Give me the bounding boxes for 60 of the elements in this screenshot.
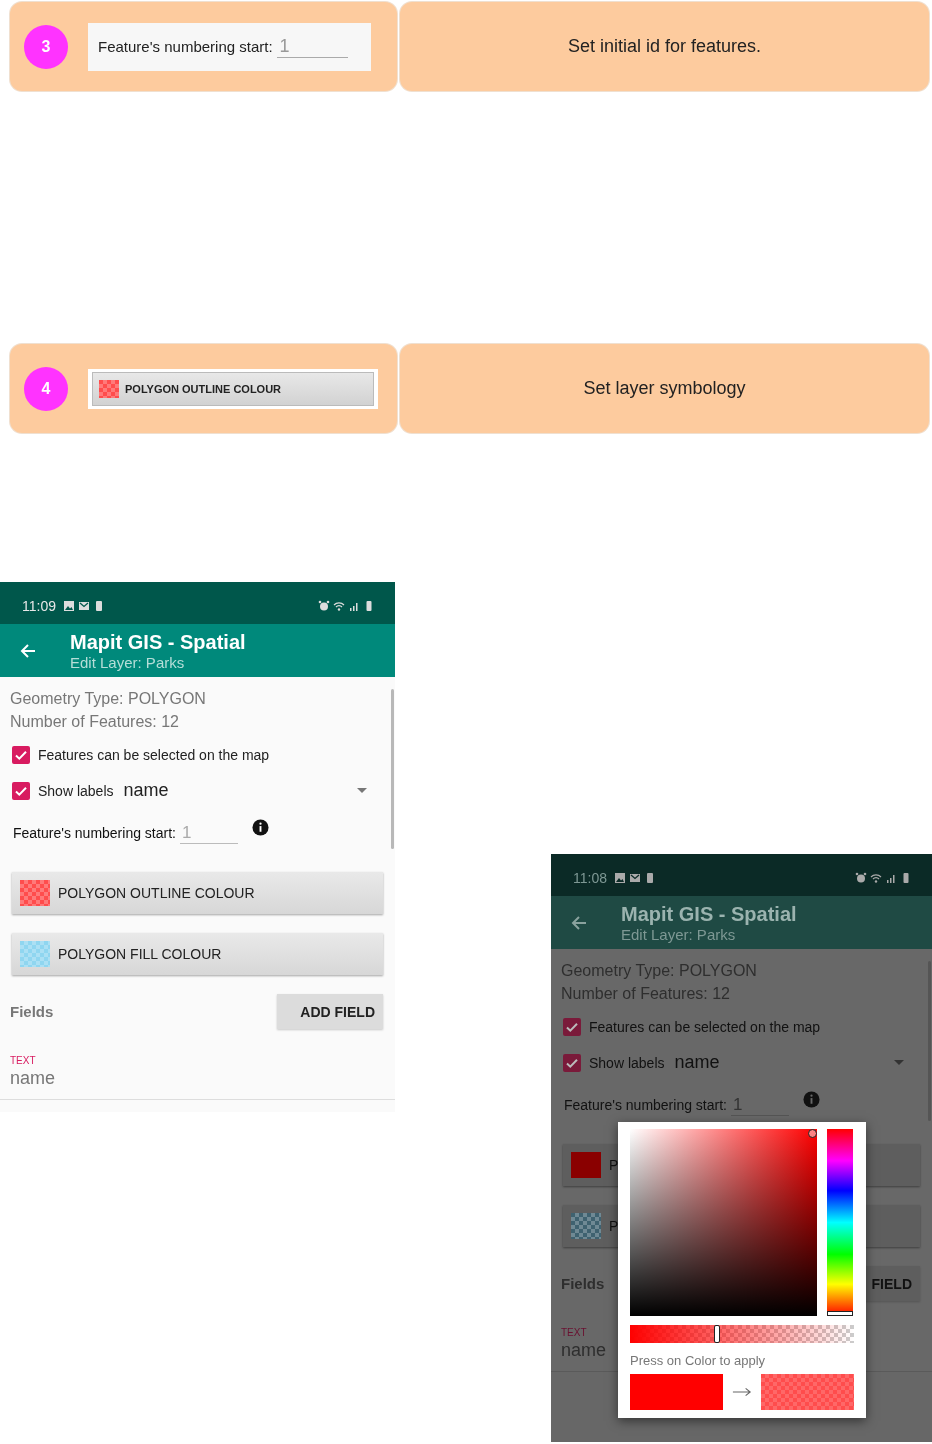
status-time: 11:08 bbox=[573, 870, 607, 886]
battery-icon bbox=[644, 872, 656, 884]
colour-button[interactable]: POLYGON FILL COLOUR bbox=[12, 933, 383, 975]
field-name[interactable]: name bbox=[10, 1068, 56, 1089]
checked-checkbox-icon[interactable] bbox=[563, 1018, 581, 1036]
app-title: Mapit GIS - Spatial bbox=[70, 630, 246, 654]
field-type-label: TEXT bbox=[10, 1055, 36, 1066]
new-colour-swatch[interactable] bbox=[761, 1374, 854, 1410]
saturation-value-square[interactable] bbox=[630, 1129, 817, 1316]
checked-checkbox-icon[interactable] bbox=[12, 746, 30, 764]
app-title: Mapit GIS - Spatial bbox=[621, 902, 797, 926]
mail-icon bbox=[78, 600, 90, 612]
layer-info-text: Geometry Type: POLYGON bbox=[561, 961, 758, 981]
layer-info-text: Number of Features: 12 bbox=[561, 984, 731, 1004]
signal-icon bbox=[348, 600, 360, 612]
field-type-label: TEXT bbox=[561, 1327, 587, 1338]
old-colour-swatch[interactable] bbox=[630, 1374, 723, 1410]
checked-checkbox-icon[interactable] bbox=[563, 1053, 581, 1072]
wifi-icon bbox=[870, 872, 882, 884]
checkbox-label: Show labels bbox=[589, 1054, 665, 1071]
add-field-button[interactable]: ADD FIELD bbox=[277, 994, 383, 1029]
right-arrow-icon bbox=[732, 1387, 752, 1397]
layer-info-text: Number of Features: 12 bbox=[10, 712, 180, 732]
fields-heading: Fields bbox=[561, 1275, 605, 1292]
info-icon[interactable] bbox=[251, 819, 269, 836]
wifi-icon bbox=[333, 600, 345, 612]
checkbox-label: Show labels bbox=[38, 782, 114, 799]
picker-hint: Press on Color to apply bbox=[630, 1353, 767, 1368]
image-icon bbox=[63, 600, 75, 612]
checkbox-label: Features can be selected on the map bbox=[38, 747, 270, 763]
step-number-badge: 4 bbox=[24, 366, 68, 411]
battery-icon bbox=[93, 600, 105, 612]
numbering-label: Feature's numbering start: bbox=[13, 825, 176, 841]
alarm-icon bbox=[855, 872, 867, 884]
step-description: Set initial id for features. bbox=[567, 36, 762, 57]
image-icon bbox=[614, 872, 626, 884]
fields-heading: Fields bbox=[10, 1003, 54, 1020]
status-time: 11:09 bbox=[22, 598, 56, 614]
app-subtitle: Edit Layer: Parks bbox=[70, 653, 186, 671]
checkbox-label: Features can be selected on the map bbox=[589, 1019, 821, 1035]
hue-slider-handle[interactable] bbox=[827, 1311, 853, 1316]
numbering-label: Feature's numbering start: bbox=[98, 38, 273, 55]
alarm-icon bbox=[318, 600, 330, 612]
signal-icon bbox=[885, 872, 897, 884]
mail-icon bbox=[629, 872, 641, 884]
field-name[interactable]: name bbox=[561, 1340, 607, 1361]
alpha-slider-handle[interactable] bbox=[714, 1325, 721, 1343]
dropdown-caret-icon[interactable] bbox=[357, 787, 367, 794]
alpha-slider[interactable] bbox=[630, 1325, 854, 1343]
layer-info-text: Geometry Type: POLYGON bbox=[10, 689, 207, 709]
checked-checkbox-icon[interactable] bbox=[12, 781, 30, 800]
colour-button[interactable]: POLYGON OUTLINE COLOUR bbox=[12, 872, 383, 914]
step-description: Set layer symbology bbox=[583, 378, 746, 399]
app-subtitle: Edit Layer: Parks bbox=[621, 925, 737, 943]
label-field-dropdown[interactable]: name bbox=[674, 1052, 894, 1073]
hue-slider[interactable] bbox=[827, 1129, 853, 1316]
picker-handle[interactable] bbox=[808, 1129, 817, 1138]
numbering-label: Feature's numbering start: bbox=[564, 1097, 727, 1113]
label-field-dropdown[interactable]: name bbox=[123, 780, 357, 801]
step-number-badge: 3 bbox=[24, 24, 68, 69]
